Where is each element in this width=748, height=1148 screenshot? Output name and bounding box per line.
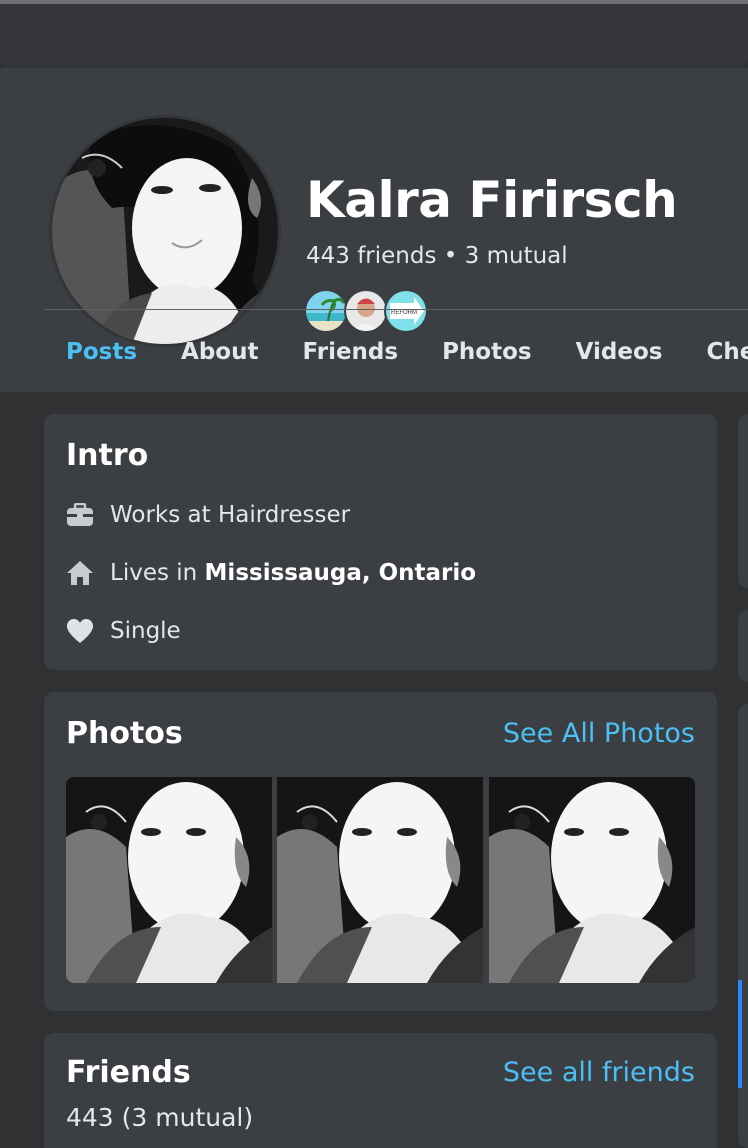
tab-about[interactable]: About (159, 320, 280, 392)
tab-photos[interactable]: Photos (420, 320, 554, 392)
photo-thumbnail-1[interactable] (66, 777, 272, 983)
home-icon (66, 559, 94, 587)
friends-count[interactable]: 443 friends • 3 mutual (306, 243, 568, 269)
intro-relationship: Single (66, 616, 181, 646)
intro-title: Intro (66, 438, 149, 473)
briefcase-icon (66, 501, 94, 529)
photo-thumbnail-2[interactable] (277, 777, 483, 983)
profile-name: Kalra Firirsch (306, 171, 678, 229)
friends-card: Friends See all friends 443 (3 mutual) (44, 1033, 717, 1148)
intro-home-prefix: Lives in (110, 560, 205, 586)
intro-home-place[interactable]: Mississauga, Ontario (205, 560, 477, 586)
tab-posts[interactable]: Posts (44, 320, 159, 392)
profile-tabs: Posts About Friends Photos Videos Check-… (44, 320, 748, 392)
right-column-card-1 (738, 414, 748, 588)
photo-thumbnail-3[interactable] (489, 777, 695, 983)
see-all-photos-link[interactable]: See All Photos (503, 718, 695, 749)
header-divider (44, 309, 748, 310)
photos-card: Photos See All Photos (44, 692, 717, 1011)
cover-photo[interactable] (0, 4, 748, 68)
photos-title: Photos (66, 716, 183, 751)
friends-count-text: 443 (3 mutual) (66, 1103, 254, 1132)
intro-relationship-text: Single (110, 618, 181, 644)
intro-work: Works at Hairdresser (66, 500, 350, 530)
scroll-indicator (738, 980, 742, 1088)
intro-card: Intro Works at Hairdresser Lives in Miss… (44, 414, 717, 670)
svg-text:REFORM: REFORM (391, 310, 417, 316)
intro-work-text: Works at Hairdresser (110, 502, 351, 528)
right-column-card-2 (738, 610, 748, 682)
tab-check-ins[interactable]: Check-ins (684, 320, 748, 392)
heart-icon (66, 617, 94, 645)
profile-avatar[interactable] (49, 115, 281, 347)
tab-videos[interactable]: Videos (554, 320, 685, 392)
see-all-friends-link[interactable]: See all friends (503, 1057, 695, 1088)
friends-title: Friends (66, 1055, 191, 1090)
intro-home: Lives in Mississauga, Ontario (66, 558, 476, 588)
tab-friends[interactable]: Friends (280, 320, 420, 392)
